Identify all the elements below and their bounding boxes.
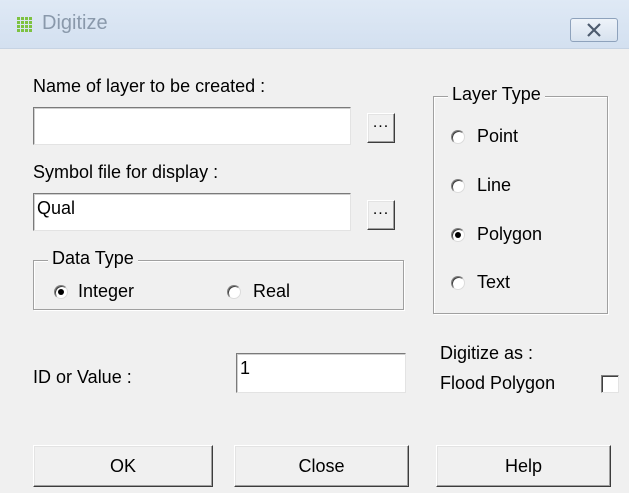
id-value-input[interactable]: 1: [236, 353, 406, 393]
id-value-label: ID or Value :: [33, 367, 132, 387]
polygon-label[interactable]: Polygon: [477, 224, 542, 245]
close-window-button[interactable]: [570, 18, 618, 42]
line-radio[interactable]: [451, 179, 465, 193]
real-label[interactable]: Real: [253, 281, 290, 302]
title-bar[interactable]: Digitize: [0, 0, 629, 49]
flood-polygon-label[interactable]: Flood Polygon: [440, 373, 555, 394]
data-type-legend: Data Type: [48, 248, 138, 269]
text-radio[interactable]: [451, 276, 465, 290]
help-button[interactable]: Help: [436, 445, 611, 487]
layer-type-legend: Layer Type: [448, 84, 545, 105]
digitize-as-label: Digitize as :: [440, 343, 534, 363]
window-title: Digitize: [42, 12, 108, 34]
symbol-file-label: Symbol file for display :: [33, 162, 219, 182]
close-icon: [587, 23, 601, 37]
ok-button[interactable]: OK: [33, 445, 213, 487]
point-label[interactable]: Point: [477, 126, 518, 147]
real-radio[interactable]: [227, 285, 241, 299]
flood-polygon-checkbox[interactable]: [601, 375, 619, 393]
symbol-file-input[interactable]: Qual: [33, 193, 351, 231]
integer-radio[interactable]: [54, 285, 68, 299]
line-label[interactable]: Line: [477, 175, 511, 196]
close-button[interactable]: Close: [234, 445, 409, 487]
integer-label[interactable]: Integer: [78, 281, 134, 302]
symbol-file-browse-button[interactable]: ...: [367, 200, 395, 230]
polygon-radio[interactable]: [451, 228, 465, 242]
grid-icon: [17, 17, 32, 32]
point-radio[interactable]: [451, 130, 465, 144]
layer-name-label: Name of layer to be created :: [33, 76, 266, 96]
text-label[interactable]: Text: [477, 272, 510, 293]
layer-name-browse-button[interactable]: ...: [367, 113, 395, 143]
layer-name-input[interactable]: [33, 107, 351, 145]
